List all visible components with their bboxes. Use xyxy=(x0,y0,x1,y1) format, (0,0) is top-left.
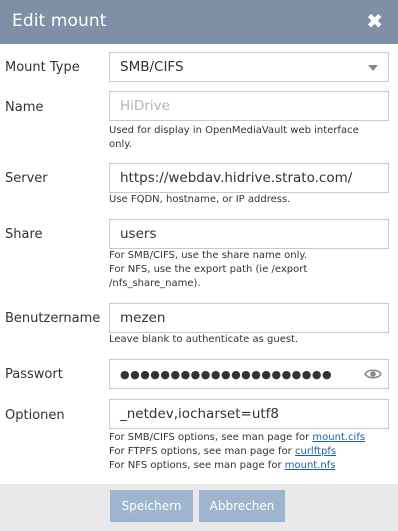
server-input[interactable]: https://webdav.hidrive.strato.com/ xyxy=(109,163,389,193)
password-label: Passwort xyxy=(5,367,63,382)
eye-icon[interactable] xyxy=(364,366,382,382)
options-help-text: For SMB/CIFS options, see man page for xyxy=(109,432,313,443)
name-help-line: only. xyxy=(109,139,132,150)
username-label: Benutzername xyxy=(5,311,101,326)
curlftpfs-link[interactable]: curlftpfs xyxy=(295,446,336,457)
share-help-line: For NFS, use the export path (ie /export xyxy=(109,264,308,275)
mount-nfs-link[interactable]: mount.nfs xyxy=(285,460,336,471)
options-help-text: For NFS options, see man page for xyxy=(109,460,285,471)
dialog-footer: Speichern Abbrechen xyxy=(0,484,398,531)
server-help-line: Use FQDN, hostname, or IP address. xyxy=(109,194,291,205)
mount-type-select[interactable]: SMB/CIFS xyxy=(109,52,389,82)
options-help-text: For FTPFS options, see man page for xyxy=(109,446,295,457)
password-value: ●●●●●●●●●●●●●●●●●●●●● xyxy=(120,368,333,381)
share-help-line: For SMB/CIFS, use the share name only. xyxy=(109,250,308,261)
dialog-title: Edit mount xyxy=(12,11,107,31)
close-icon[interactable]: ✖ xyxy=(366,11,383,31)
username-help: Leave blank to authenticate as guest. xyxy=(109,333,389,347)
mount-cifs-link[interactable]: mount.cifs xyxy=(312,432,365,443)
chevron-down-icon xyxy=(368,65,378,71)
share-help: For SMB/CIFS, use the share name only. F… xyxy=(109,249,389,291)
options-help: For SMB/CIFS options, see man page for m… xyxy=(109,431,389,473)
options-input[interactable]: _netdev,iocharset=utf8 xyxy=(109,399,389,429)
server-label: Server xyxy=(5,171,48,186)
dialog-titlebar: Edit mount ✖ xyxy=(0,0,398,44)
options-label: Optionen xyxy=(5,408,65,423)
server-help: Use FQDN, hostname, or IP address. xyxy=(109,193,389,207)
share-input[interactable]: users xyxy=(109,219,389,249)
share-help-line: /nfs_share_name). xyxy=(109,278,201,289)
password-input[interactable]: ●●●●●●●●●●●●●●●●●●●●● xyxy=(109,359,389,389)
save-button[interactable]: Speichern xyxy=(110,490,193,522)
options-help-line: For SMB/CIFS options, see man page for m… xyxy=(109,431,389,445)
name-help: Used for display in OpenMediaVault web i… xyxy=(109,124,389,152)
options-help-line: For FTPFS options, see man page for curl… xyxy=(109,445,389,459)
username-input[interactable]: mezen xyxy=(109,303,389,333)
cancel-button[interactable]: Abbrechen xyxy=(199,490,285,522)
name-input[interactable]: HiDrive xyxy=(109,91,389,121)
mount-type-label: Mount Type xyxy=(5,60,80,75)
share-label: Share xyxy=(5,227,43,242)
options-help-line: For NFS options, see man page for mount.… xyxy=(109,459,389,473)
name-label: Name xyxy=(5,100,44,115)
name-help-line: Used for display in OpenMediaVault web i… xyxy=(109,125,359,136)
mount-type-value: SMB/CIFS xyxy=(120,59,184,75)
username-help-line: Leave blank to authenticate as guest. xyxy=(109,334,299,345)
